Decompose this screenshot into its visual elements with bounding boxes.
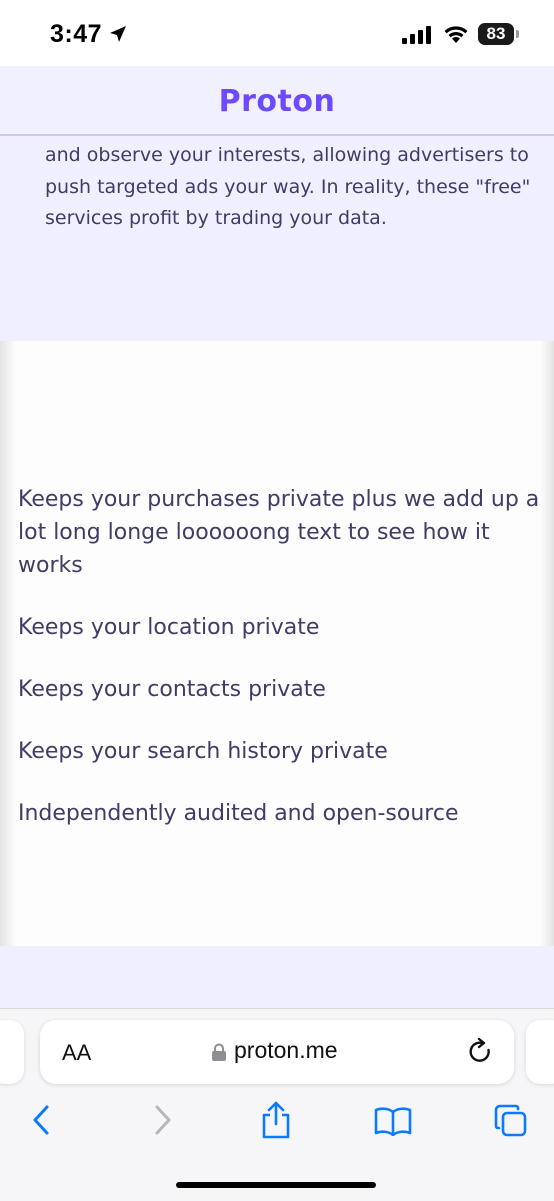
share-icon[interactable] (258, 1100, 294, 1140)
next-tab-preview[interactable] (526, 1020, 554, 1084)
feature-list: Keeps your purchases private plus we add… (18, 483, 554, 859)
bookmarks-icon[interactable] (374, 1106, 412, 1136)
wifi-icon (444, 26, 468, 43)
intro-paragraph: and observe your interests, allowing adv… (45, 144, 531, 229)
battery-nub (516, 30, 519, 38)
text-size-button[interactable]: AA (62, 1040, 91, 1066)
lock-icon (212, 1043, 226, 1061)
back-icon[interactable] (30, 1104, 54, 1136)
left-edge-shadow (0, 341, 16, 946)
cellular-signal-icon (402, 26, 431, 44)
battery-level: 83 (486, 24, 506, 43)
feature-item-audited: Independently audited and open-source (18, 801, 459, 826)
feature-item-location: Keeps your location private (18, 615, 320, 640)
location-arrow-icon (110, 26, 126, 42)
proton-logo[interactable]: Proton (219, 84, 336, 119)
home-indicator[interactable] (176, 1182, 376, 1188)
url-text[interactable]: proton.me (234, 1037, 338, 1064)
previous-tab-preview[interactable] (0, 1020, 24, 1084)
feature-item-purchases: Keeps your purchases private plus we add… (18, 487, 540, 578)
battery-icon: 83 (478, 23, 514, 45)
reload-icon[interactable] (468, 1038, 494, 1066)
feature-item-search-history: Keeps your search history private (18, 739, 388, 764)
address-bar[interactable]: AA proton.me (40, 1020, 514, 1084)
tabs-icon[interactable] (494, 1104, 528, 1138)
forward-icon[interactable] (150, 1104, 174, 1136)
intro-section: and observe your interests, allowing adv… (0, 136, 554, 341)
site-header: Proton (0, 66, 554, 136)
features-section: Keeps your purchases private plus we add… (0, 341, 554, 946)
next-section (0, 946, 554, 1008)
feature-item-contacts: Keeps your contacts private (18, 677, 326, 702)
status-bar: 3:47 83 (0, 0, 554, 66)
status-time: 3:47 (50, 20, 103, 48)
